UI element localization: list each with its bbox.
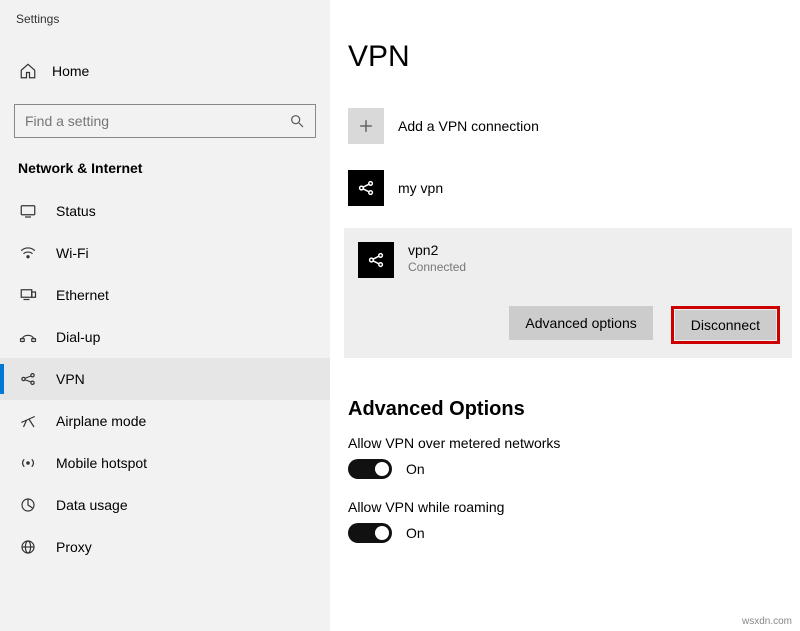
vpn-entry[interactable]: my vpn bbox=[348, 162, 788, 214]
watermark: wsxdn.com bbox=[742, 616, 792, 627]
window-title: Settings bbox=[0, 0, 330, 34]
toggle-metered-state: On bbox=[406, 461, 425, 477]
search-input[interactable] bbox=[25, 113, 263, 129]
vpn-entry-label: my vpn bbox=[398, 180, 443, 196]
wifi-icon bbox=[18, 244, 38, 262]
airplane-icon bbox=[18, 412, 38, 430]
ethernet-icon bbox=[18, 286, 38, 304]
main-pane: VPN Add a VPN connection my vpn vpn2 Con… bbox=[330, 0, 800, 631]
sidebar-item-vpn[interactable]: VPN bbox=[0, 358, 330, 400]
dialup-icon bbox=[18, 328, 38, 346]
sidebar-item-ethernet[interactable]: Ethernet bbox=[0, 274, 330, 316]
disconnect-button[interactable]: Disconnect bbox=[675, 310, 776, 340]
plus-icon bbox=[348, 108, 384, 144]
disconnect-highlight: Disconnect bbox=[671, 306, 780, 344]
sidebar-item-label: Ethernet bbox=[56, 287, 109, 303]
toggle-roaming-block: Allow VPN while roaming On bbox=[348, 499, 788, 543]
sidebar-item-label: VPN bbox=[56, 371, 85, 387]
toggle-roaming-state: On bbox=[406, 525, 425, 541]
sidebar-item-airplane[interactable]: Airplane mode bbox=[0, 400, 330, 442]
vpn-icon bbox=[18, 370, 38, 388]
advanced-options-heading: Advanced Options bbox=[348, 398, 788, 421]
search-icon bbox=[289, 113, 305, 129]
proxy-icon bbox=[18, 538, 38, 556]
sidebar-item-label: Dial-up bbox=[56, 329, 100, 345]
status-icon bbox=[18, 202, 38, 220]
datausage-icon bbox=[18, 496, 38, 514]
sidebar-item-proxy[interactable]: Proxy bbox=[0, 526, 330, 568]
toggle-roaming[interactable] bbox=[348, 523, 392, 543]
vpn-selected-name: vpn2 bbox=[408, 242, 466, 258]
vpn-tile-icon bbox=[358, 242, 394, 278]
sidebar-item-label: Proxy bbox=[56, 539, 92, 555]
sidebar-item-label: Wi-Fi bbox=[56, 245, 89, 261]
sidebar-section-title: Network & Internet bbox=[0, 138, 330, 190]
vpn-tile-icon bbox=[348, 170, 384, 206]
add-vpn-label: Add a VPN connection bbox=[398, 118, 539, 134]
advanced-options-button[interactable]: Advanced options bbox=[509, 306, 652, 340]
sidebar-item-status[interactable]: Status bbox=[0, 190, 330, 232]
search-box[interactable] bbox=[14, 104, 316, 138]
toggle-metered[interactable] bbox=[348, 459, 392, 479]
sidebar-item-label: Data usage bbox=[56, 497, 128, 513]
home-icon bbox=[18, 62, 38, 80]
sidebar-item-wifi[interactable]: Wi-Fi bbox=[0, 232, 330, 274]
sidebar-item-datausage[interactable]: Data usage bbox=[0, 484, 330, 526]
sidebar-item-dialup[interactable]: Dial-up bbox=[0, 316, 330, 358]
sidebar-item-label: Status bbox=[56, 203, 96, 219]
home-label: Home bbox=[52, 63, 89, 79]
vpn-selected-status: Connected bbox=[408, 260, 466, 274]
sidebar: Settings Home Network & Internet Status bbox=[0, 0, 330, 631]
page-title: VPN bbox=[348, 40, 788, 74]
hotspot-icon bbox=[18, 454, 38, 472]
sidebar-nav: Status Wi-Fi Ethernet Dial-up bbox=[0, 190, 330, 568]
vpn-selected-block: vpn2 Connected Advanced options Disconne… bbox=[344, 228, 792, 358]
toggle-roaming-label: Allow VPN while roaming bbox=[348, 499, 788, 515]
toggle-metered-label: Allow VPN over metered networks bbox=[348, 435, 788, 451]
add-vpn-row[interactable]: Add a VPN connection bbox=[348, 100, 788, 152]
sidebar-home[interactable]: Home bbox=[0, 52, 330, 90]
sidebar-item-label: Airplane mode bbox=[56, 413, 146, 429]
sidebar-item-hotspot[interactable]: Mobile hotspot bbox=[0, 442, 330, 484]
sidebar-item-label: Mobile hotspot bbox=[56, 455, 147, 471]
toggle-metered-block: Allow VPN over metered networks On bbox=[348, 435, 788, 479]
